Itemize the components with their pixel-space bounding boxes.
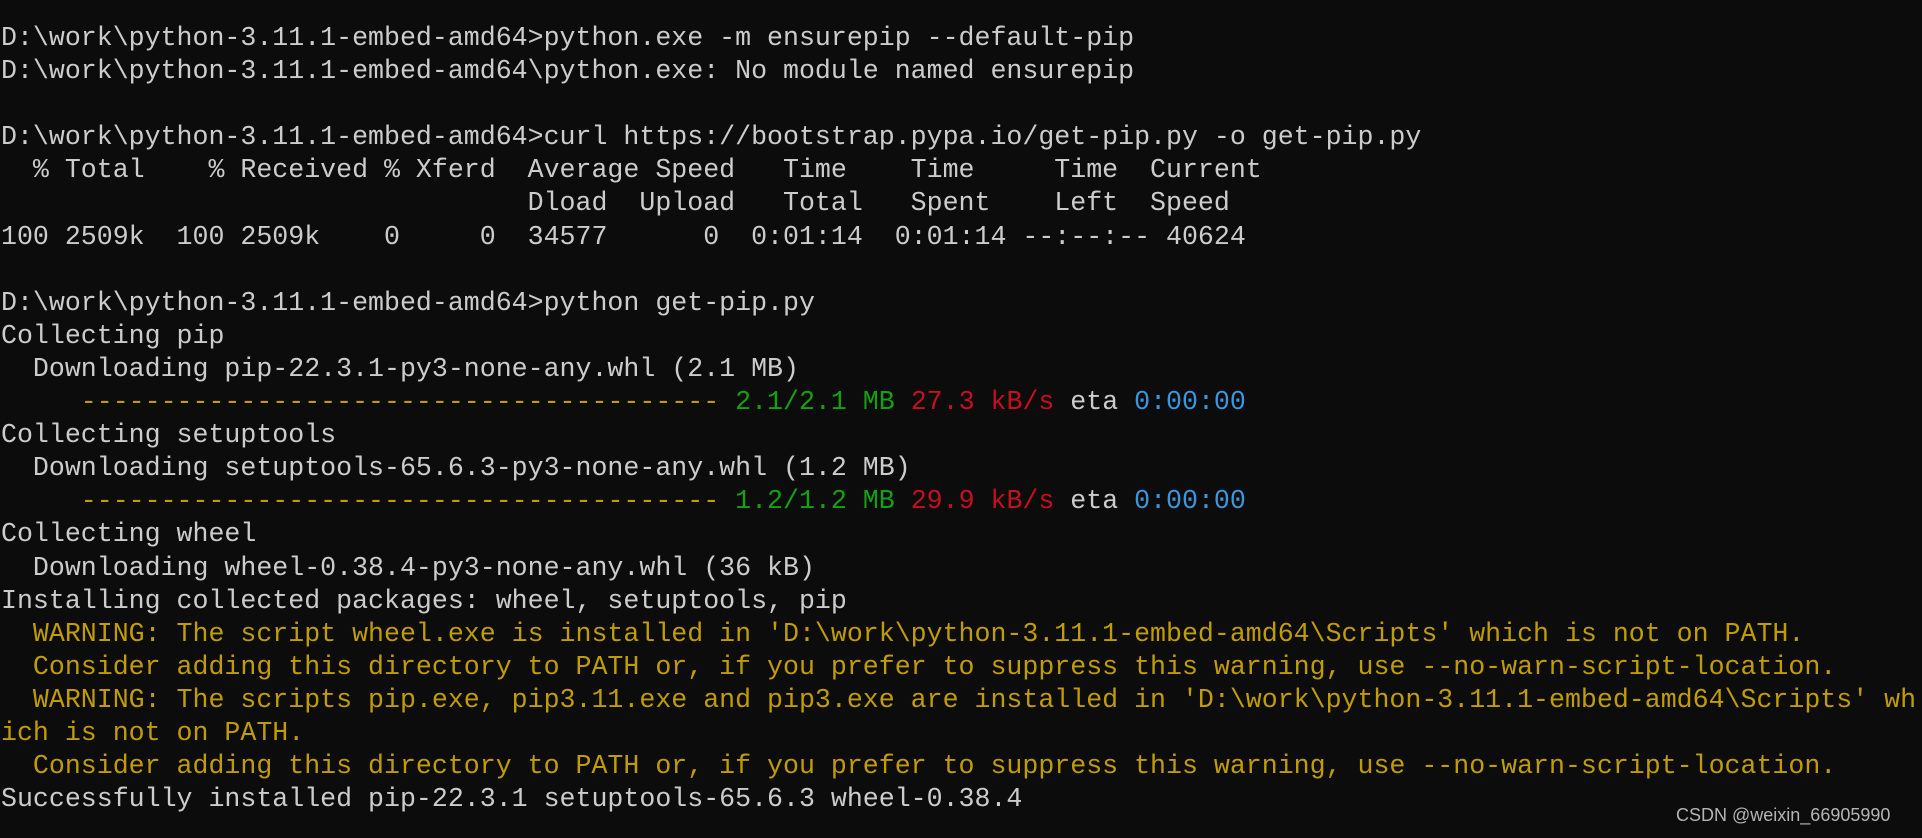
terminal-line: ich is not on PATH. (1, 717, 1916, 750)
terminal-text-default: Collecting setuptools (1, 420, 337, 451)
terminal-text-default: eta (1054, 486, 1135, 517)
csdn-watermark: CSDN @weixin_66905990 (1676, 805, 1891, 825)
terminal-text-yellow: ich is not on PATH. (1, 717, 305, 748)
terminal-text-default: Downloading pip-22.3.1-py3-none-any.whl … (1, 353, 799, 384)
terminal-line: ----------------------------------------… (1, 386, 1916, 419)
terminal-text-default: D:\work\python-3.11.1-embed-amd64>python… (1, 23, 1135, 53)
terminal-text-default: D:\work\python-3.11.1-embed-amd64\python… (1, 56, 1135, 87)
terminal-text-green: 2.1/2.1 MB (735, 387, 895, 418)
terminal-line: 100 2509k 100 2509k 0 0 34577 0 0:01:14 … (1, 221, 1916, 254)
terminal-line: Collecting wheel (1, 518, 1916, 551)
terminal-line: Downloading setuptools-65.6.3-py3-none-a… (1, 452, 1916, 485)
terminal-text-default: 100 2509k 100 2509k 0 0 34577 0 0:01:14 … (1, 221, 1246, 252)
terminal-text-red: 27.3 kB/s (910, 387, 1055, 418)
terminal-line: Dload Upload Total Spent Left Speed (1, 187, 1916, 220)
terminal-text-default: Downloading setuptools-65.6.3-py3-none-a… (1, 453, 911, 484)
terminal-line: % Total % Received % Xferd Average Speed… (1, 154, 1916, 187)
terminal-line: Collecting setuptools (1, 419, 1916, 452)
terminal-line: Downloading pip-22.3.1-py3-none-any.whl … (1, 353, 1916, 386)
terminal-text-default (895, 486, 911, 516)
terminal-text-blue: 0:00:00 (1134, 486, 1246, 517)
terminal-line: D:\work\python-3.11.1-embed-amd64>curl h… (1, 121, 1916, 154)
terminal-text-default: % Total % Received % Xferd Average Speed… (1, 155, 1262, 186)
terminal-line: D:\work\python-3.11.1-embed-amd64\python… (1, 55, 1916, 88)
terminal-text-default (1, 486, 81, 516)
terminal-text-yellow: ---------------------------------------- (80, 387, 720, 418)
terminal-text-default: eta (1054, 387, 1135, 418)
terminal-text-default (719, 387, 735, 417)
terminal-line: Downloading wheel-0.38.4-py3-none-any.wh… (1, 552, 1916, 585)
terminal-text-yellow: Consider adding this directory to PATH o… (1, 751, 1837, 782)
terminal-line: Consider adding this directory to PATH o… (1, 750, 1916, 783)
terminal-line: Installing collected packages: wheel, se… (1, 585, 1916, 618)
terminal-line: ----------------------------------------… (1, 485, 1916, 518)
terminal-text-default: D:\work\python-3.11.1-embed-amd64>python… (1, 287, 815, 318)
terminal-text-default: Collecting pip (1, 320, 225, 351)
terminal-line: WARNING: The scripts pip.exe, pip3.11.ex… (1, 684, 1916, 717)
terminal-text-yellow: WARNING: The script wheel.exe is install… (1, 618, 1805, 649)
terminal-line: Successfully installed pip-22.3.1 setupt… (1, 783, 1916, 816)
terminal-text-default: Collecting wheel (1, 519, 257, 550)
terminal-text-red: 29.9 kB/s (910, 486, 1055, 517)
terminal-text-default (1, 387, 81, 417)
terminal-text-default (895, 387, 911, 417)
terminal-text-default: D:\work\python-3.11.1-embed-amd64>curl h… (1, 122, 1422, 153)
terminal-text-default: Dload Upload Total Spent Left Speed (1, 188, 1230, 219)
terminal-text-yellow: WARNING: The scripts pip.exe, pip3.11.ex… (1, 684, 1917, 715)
terminal-text-yellow: Consider adding this directory to PATH o… (1, 651, 1837, 682)
terminal-text-green: 1.2/1.2 MB (735, 486, 895, 517)
terminal-text-default (719, 486, 735, 516)
terminal-text-default: Successfully installed pip-22.3.1 setupt… (1, 784, 1023, 815)
terminal-line: Collecting pip (1, 320, 1916, 353)
terminal-text-default: Downloading wheel-0.38.4-py3-none-any.wh… (1, 552, 815, 583)
terminal-line: Consider adding this directory to PATH o… (1, 651, 1916, 684)
terminal-line: D:\work\python-3.11.1-embed-amd64>python… (1, 22, 1916, 55)
terminal-output[interactable]: D:\work\python-3.11.1-embed-amd64>python… (1, 22, 1916, 816)
terminal-line: WARNING: The script wheel.exe is install… (1, 618, 1916, 651)
terminal-text-blue: 0:00:00 (1134, 387, 1246, 418)
terminal-line: D:\work\python-3.11.1-embed-amd64>python… (1, 287, 1916, 320)
terminal-text-default: Installing collected packages: wheel, se… (1, 585, 847, 616)
terminal-text-yellow: ---------------------------------------- (80, 486, 720, 517)
